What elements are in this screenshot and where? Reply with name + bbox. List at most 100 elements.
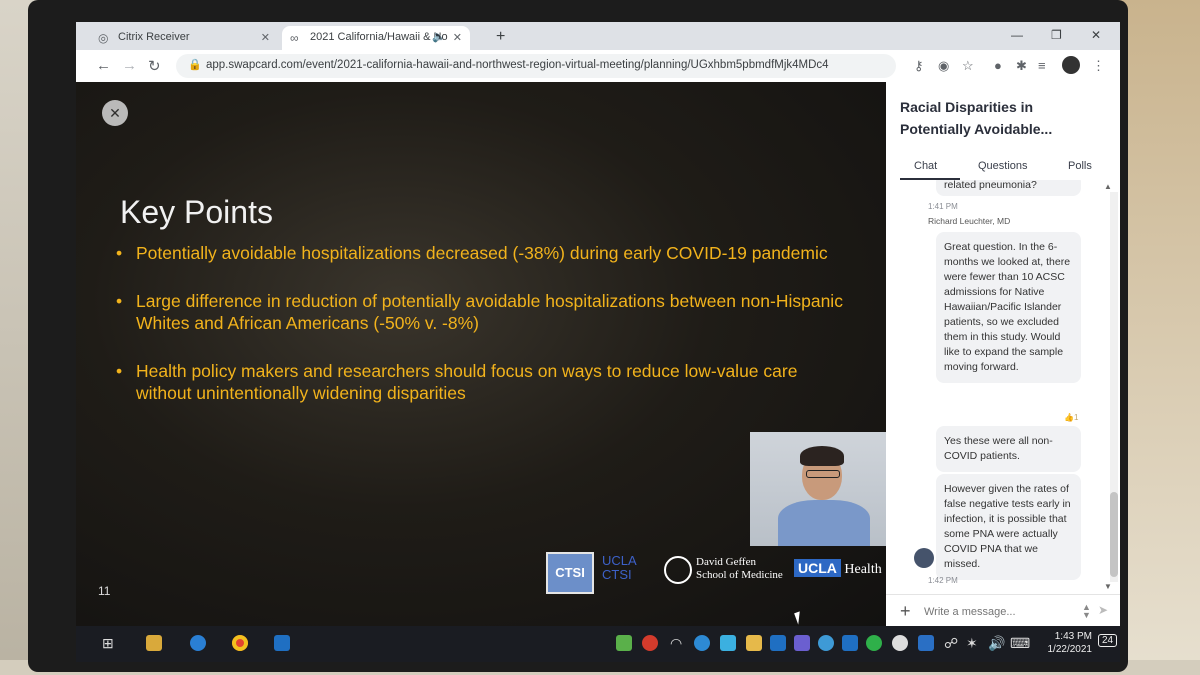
chat-messages[interactable]: related pneumonia? 1:41 PM Richard Leuch… xyxy=(886,180,1106,590)
ucla-ctsi-logo: UCLA CTSI xyxy=(602,554,637,582)
minimize-icon[interactable]: — xyxy=(1011,28,1023,42)
windows-start-icon[interactable]: ⊞ xyxy=(102,635,114,652)
network-icon[interactable]: ☍ xyxy=(944,635,958,652)
geffen-line2: School of Medicine xyxy=(696,569,783,581)
profile-avatar[interactable] xyxy=(1062,56,1080,74)
bullet-item: Potentially avoidable hospitalizations d… xyxy=(116,242,856,264)
ucla-ctsi-line1: UCLA xyxy=(602,553,637,568)
tray-app-icon[interactable] xyxy=(770,635,786,651)
new-tab-button[interactable]: + xyxy=(496,28,505,46)
thumbs-up-icon: 👍 xyxy=(1064,413,1074,422)
add-attachment-icon[interactable]: + xyxy=(900,601,911,622)
mouse-cursor-icon xyxy=(794,611,804,625)
tray-app-icon[interactable] xyxy=(694,635,710,651)
tray-app-icon[interactable] xyxy=(866,635,882,651)
close-icon: ✕ xyxy=(109,105,121,121)
tray-app-icon[interactable] xyxy=(746,635,762,651)
tray-app-icon[interactable] xyxy=(616,635,632,651)
speaker-glasses xyxy=(806,470,840,478)
tab-polls[interactable]: Polls xyxy=(1068,160,1092,172)
chat-message: Yes these were all non-COVID patients. xyxy=(936,426,1081,472)
tray-app-icon[interactable] xyxy=(842,635,858,651)
chat-scrollbar[interactable] xyxy=(1110,192,1118,582)
eye-off-icon[interactable]: ◉ xyxy=(938,58,949,74)
ucla-health-logo: UCLA Health xyxy=(794,559,882,578)
tray-app-icon[interactable] xyxy=(818,635,834,651)
tray-app-icon[interactable] xyxy=(720,635,736,651)
browser-tab-bar: ◎ Citrix Receiver ✕ ∞ 2021 California/Ha… xyxy=(76,22,1120,50)
star-icon[interactable]: ☆ xyxy=(962,58,974,74)
volume-icon[interactable]: 🔊 xyxy=(988,635,1005,652)
scroll-thumb[interactable] xyxy=(1110,492,1118,577)
slide-number: 11 xyxy=(98,584,111,598)
tray-app-icon[interactable] xyxy=(892,635,908,651)
bullet-item: Health policy makers and researchers sho… xyxy=(116,360,856,404)
speaker-video[interactable] xyxy=(750,432,886,546)
tab-title: Citrix Receiver xyxy=(118,31,190,43)
chat-message: Great question. In the 6-months we looke… xyxy=(936,232,1081,383)
tab-chat[interactable]: Chat xyxy=(914,160,937,172)
tab-meeting[interactable]: ∞ 2021 California/Hawaii & No 🔈 ✕ xyxy=(282,26,470,50)
message-sender: Richard Leuchter, MD xyxy=(928,216,1011,226)
tray-app-icon[interactable] xyxy=(794,635,810,651)
message-text: However given the rates of false negativ… xyxy=(944,483,1071,570)
ucla-health-ucla: UCLA xyxy=(794,559,841,577)
scroll-down-icon[interactable]: ▼ xyxy=(1104,582,1112,591)
forward-icon[interactable]: → xyxy=(122,57,137,74)
extension-dot-icon[interactable]: ● xyxy=(994,58,1002,73)
geffen-seal-icon xyxy=(664,556,692,584)
reload-icon[interactable]: ↻ xyxy=(148,57,161,75)
speaker-body xyxy=(778,500,870,546)
clock-date: 1/22/2021 xyxy=(1047,644,1093,655)
close-tab-icon[interactable]: ✕ xyxy=(261,31,270,44)
avatar xyxy=(914,548,934,568)
bluetooth-icon[interactable]: ✶ xyxy=(966,635,978,652)
wifi-icon[interactable]: ◠ xyxy=(670,635,682,652)
puzzle-icon[interactable]: ✱ xyxy=(1016,58,1027,74)
keyboard-icon[interactable]: ⌨ xyxy=(1010,635,1030,652)
internet-explorer-icon[interactable] xyxy=(190,635,206,651)
key-icon[interactable]: ⚷ xyxy=(914,58,924,74)
lock-icon: 🔒 xyxy=(188,59,202,71)
address-bar[interactable]: 🔒 app.swapcard.com/event/2021-california… xyxy=(176,54,896,78)
expand-icon[interactable]: ▲ ▼ xyxy=(1082,603,1091,620)
thumbs-up-reaction[interactable]: 👍1 xyxy=(1064,413,1078,422)
session-title: Racial Disparities in Potentially Avoida… xyxy=(900,99,1053,137)
close-tab-icon[interactable]: ✕ xyxy=(453,31,462,44)
screen: ◎ Citrix Receiver ✕ ∞ 2021 California/Ha… xyxy=(76,22,1120,662)
tab-questions[interactable]: Questions xyxy=(978,160,1028,172)
restore-icon[interactable]: ❐ xyxy=(1051,28,1062,42)
ucla-ctsi-line2: CTSI xyxy=(602,567,632,582)
windows-taskbar: ⊞ ◠ ☍ ✶ 🔊 ⌨ 1:43 PM 1/22/2021 24 xyxy=(76,626,1120,662)
back-icon[interactable]: ← xyxy=(96,57,111,74)
reaction-count: 1 xyxy=(1073,413,1079,422)
clock-time: 1:43 PM xyxy=(1054,631,1092,642)
panel-tabs: Chat Questions Polls xyxy=(886,156,1120,176)
speaker-icon[interactable]: 🔈 xyxy=(432,30,446,43)
message-text: Great question. In the 6-months we looke… xyxy=(944,241,1071,373)
close-window-icon[interactable]: ✕ xyxy=(1091,28,1101,42)
tray-app-icon[interactable] xyxy=(642,635,658,651)
outlook-icon[interactable] xyxy=(274,635,290,651)
notification-center-badge[interactable]: 24 xyxy=(1098,634,1118,647)
tab-title: 2021 California/Hawaii & No xyxy=(310,31,448,43)
file-explorer-icon[interactable] xyxy=(146,635,162,651)
playlist-icon[interactable]: ≡ xyxy=(1038,58,1046,73)
message-input[interactable] xyxy=(922,602,1076,622)
send-icon[interactable]: ➤ xyxy=(1098,603,1108,617)
chrome-icon[interactable] xyxy=(232,635,248,651)
slide-bullets: Potentially avoidable hospitalizations d… xyxy=(116,242,856,430)
message-text: related pneumonia? xyxy=(944,180,1037,191)
ctsi-logo: CTSI xyxy=(546,552,594,594)
chat-message: However given the rates of false negativ… xyxy=(936,474,1081,580)
message-time: 1:42 PM xyxy=(928,576,958,585)
geffen-logo-text: David Geffen School of Medicine xyxy=(696,556,783,582)
close-presentation-button[interactable]: ✕ xyxy=(102,100,128,126)
tab-citrix-receiver[interactable]: ◎ Citrix Receiver ✕ xyxy=(90,26,278,50)
system-clock[interactable]: 1:43 PM 1/22/2021 xyxy=(1036,630,1093,656)
box-icon[interactable] xyxy=(918,635,934,651)
menu-icon[interactable]: ⋮ xyxy=(1092,58,1105,74)
scroll-up-icon[interactable]: ▲ xyxy=(1104,182,1112,191)
presentation-slide: ✕ Key Points Potentially avoidable hospi… xyxy=(76,82,886,626)
message-time: 1:41 PM xyxy=(928,202,958,211)
